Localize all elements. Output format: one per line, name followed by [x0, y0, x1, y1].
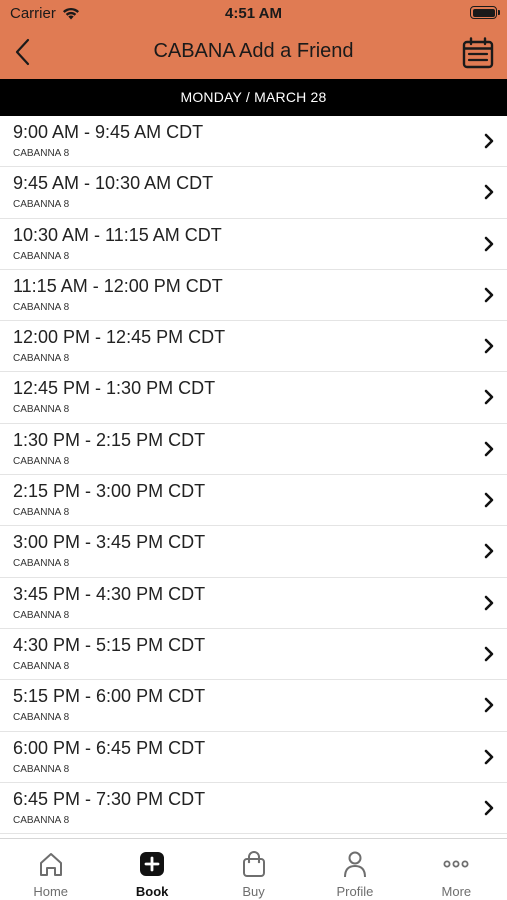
slot-time: 11:15 AM - 12:00 PM CDT [13, 275, 223, 296]
date-header: MONDAY / MARCH 28 [0, 79, 507, 116]
chevron-right-icon [484, 595, 494, 610]
home-icon [39, 853, 62, 876]
chevron-right-icon [484, 390, 494, 405]
chevron-right-icon [484, 544, 494, 559]
slot-time: 12:45 PM - 1:30 PM CDT [13, 378, 216, 399]
time-slot-list: 9:00 AM - 9:45 AM CDT CABANNA 8 9:45 AM - … [0, 116, 507, 838]
chevron-right-icon [484, 184, 494, 200]
slot-time: 12:00 PM - 12:45 PM CDT [13, 327, 226, 348]
app-header: Carrier 4:51 AM CABANA Add a Friend [0, 0, 507, 79]
chevron-right-icon [484, 646, 494, 662]
time-slot-row[interactable]: 1:30 PM - 2:15 PM CDT CABANNA 8 [0, 424, 507, 476]
slot-location: CABANNA 8 [13, 455, 70, 467]
tab-home[interactable]: Home [0, 839, 101, 900]
tab-buy[interactable]: Buy [203, 839, 304, 900]
chevron-right-icon [484, 749, 494, 764]
slot-location: CABANNA 8 [13, 199, 70, 211]
chevron-right-icon [484, 133, 494, 149]
slot-location: CABANNA 8 [13, 712, 70, 724]
page-title: CABANA Add a Friend [153, 40, 354, 62]
time-slot-row[interactable]: 4:30 PM - 5:15 PM CDT CABANNA 8 [0, 629, 507, 681]
time-slot-row[interactable]: 9:00 AM - 9:45 AM CDT CABANNA 8 [0, 116, 507, 168]
slot-location: CABANNA 8 [13, 404, 70, 416]
tab-bar: Home Book Buy Profile More [0, 838, 507, 900]
book-plus-icon [140, 852, 165, 876]
slot-location: CABANNA 8 [13, 814, 70, 826]
time-slot-row[interactable]: 12:00 PM - 12:45 PM CDT CABANNA 8 [0, 321, 507, 373]
person-icon [343, 851, 366, 878]
time-slot-row[interactable]: 3:00 PM - 3:45 PM CDT CABANNA 8 [0, 526, 507, 578]
chevron-right-icon [484, 697, 494, 713]
slot-location: CABANNA 8 [13, 301, 70, 313]
chevron-right-icon [484, 492, 494, 508]
slot-time: 6:45 PM - 7:30 PM CDT [13, 788, 206, 809]
slot-time: 6:00 PM - 6:45 PM CDT [13, 737, 206, 758]
time-slot-row[interactable]: 10:30 AM - 11:15 AM CDT CABANNA 8 [0, 219, 507, 270]
slot-location: CABANNA 8 [13, 353, 70, 365]
slot-time: 5:15 PM - 6:00 PM CDT [13, 686, 206, 707]
slot-location: CABANNA 8 [13, 250, 70, 262]
slot-location: CABANNA 8 [13, 660, 70, 672]
status-bar: Carrier 4:51 AM [0, 0, 507, 26]
time-slot-row[interactable]: 6:45 PM - 7:30 PM CDT CABANNA 8 [0, 783, 507, 835]
chevron-right-icon [484, 287, 494, 303]
slot-time: 4:30 PM - 5:15 PM CDT [13, 634, 206, 655]
shopping-bag-icon [242, 851, 265, 877]
time-slot-row[interactable]: 9:45 AM - 10:30 AM CDT CABANNA 8 [0, 167, 507, 219]
tab-label: More [441, 884, 472, 899]
tab-label: Profile [336, 884, 374, 899]
tab-label: Book [135, 884, 169, 899]
slot-time: 10:30 AM - 11:15 AM CDT [13, 224, 222, 245]
calendar-button[interactable] [461, 36, 495, 70]
slot-time: 3:45 PM - 4:30 PM CDT [13, 583, 206, 604]
tab-label: Home [33, 884, 69, 899]
tab-more[interactable]: More [406, 839, 507, 900]
chevron-right-icon [484, 338, 494, 354]
time-slot-row[interactable]: 2:15 PM - 3:00 PM CDT CABANNA 8 [0, 475, 507, 527]
slot-time: 9:00 AM - 9:45 AM CDT [13, 122, 204, 142]
slot-time: 1:30 PM - 2:15 PM CDT [13, 429, 206, 450]
tab-profile[interactable]: Profile [304, 839, 405, 900]
time-slot-row[interactable]: 6:00 PM - 6:45 PM CDT CABANNA 8 [0, 732, 507, 783]
chevron-right-icon [484, 800, 494, 816]
tab-book[interactable]: Book [101, 839, 202, 900]
time-slot-row[interactable]: 5:15 PM - 6:00 PM CDT CABANNA 8 [0, 680, 507, 732]
time-slot-row[interactable]: 3:45 PM - 4:30 PM CDT CABANNA 8 [0, 578, 507, 629]
status-time: 4:51 AM [225, 5, 282, 22]
time-slot-row[interactable]: 12:45 PM - 1:30 PM CDT CABANNA 8 [0, 372, 507, 424]
slot-location: CABANNA 8 [13, 148, 70, 159]
time-slot-row[interactable]: 11:15 AM - 12:00 PM CDT CABANNA 8 [0, 270, 507, 322]
slot-location: CABANNA 8 [13, 763, 70, 775]
chevron-right-icon [484, 441, 494, 457]
slot-time: 3:00 PM - 3:45 PM CDT [13, 532, 206, 553]
calendar-icon [462, 37, 494, 69]
slot-location: CABANNA 8 [13, 609, 70, 621]
slot-time: 9:45 AM - 10:30 AM CDT [13, 173, 214, 194]
more-dots-icon [443, 860, 469, 868]
chevron-right-icon [484, 236, 494, 251]
slot-location: CABANNA 8 [13, 507, 70, 519]
slot-location: CABANNA 8 [13, 558, 70, 570]
slot-time: 2:15 PM - 3:00 PM CDT [13, 481, 206, 502]
battery-icon [470, 6, 500, 19]
tab-label: Buy [242, 884, 265, 899]
